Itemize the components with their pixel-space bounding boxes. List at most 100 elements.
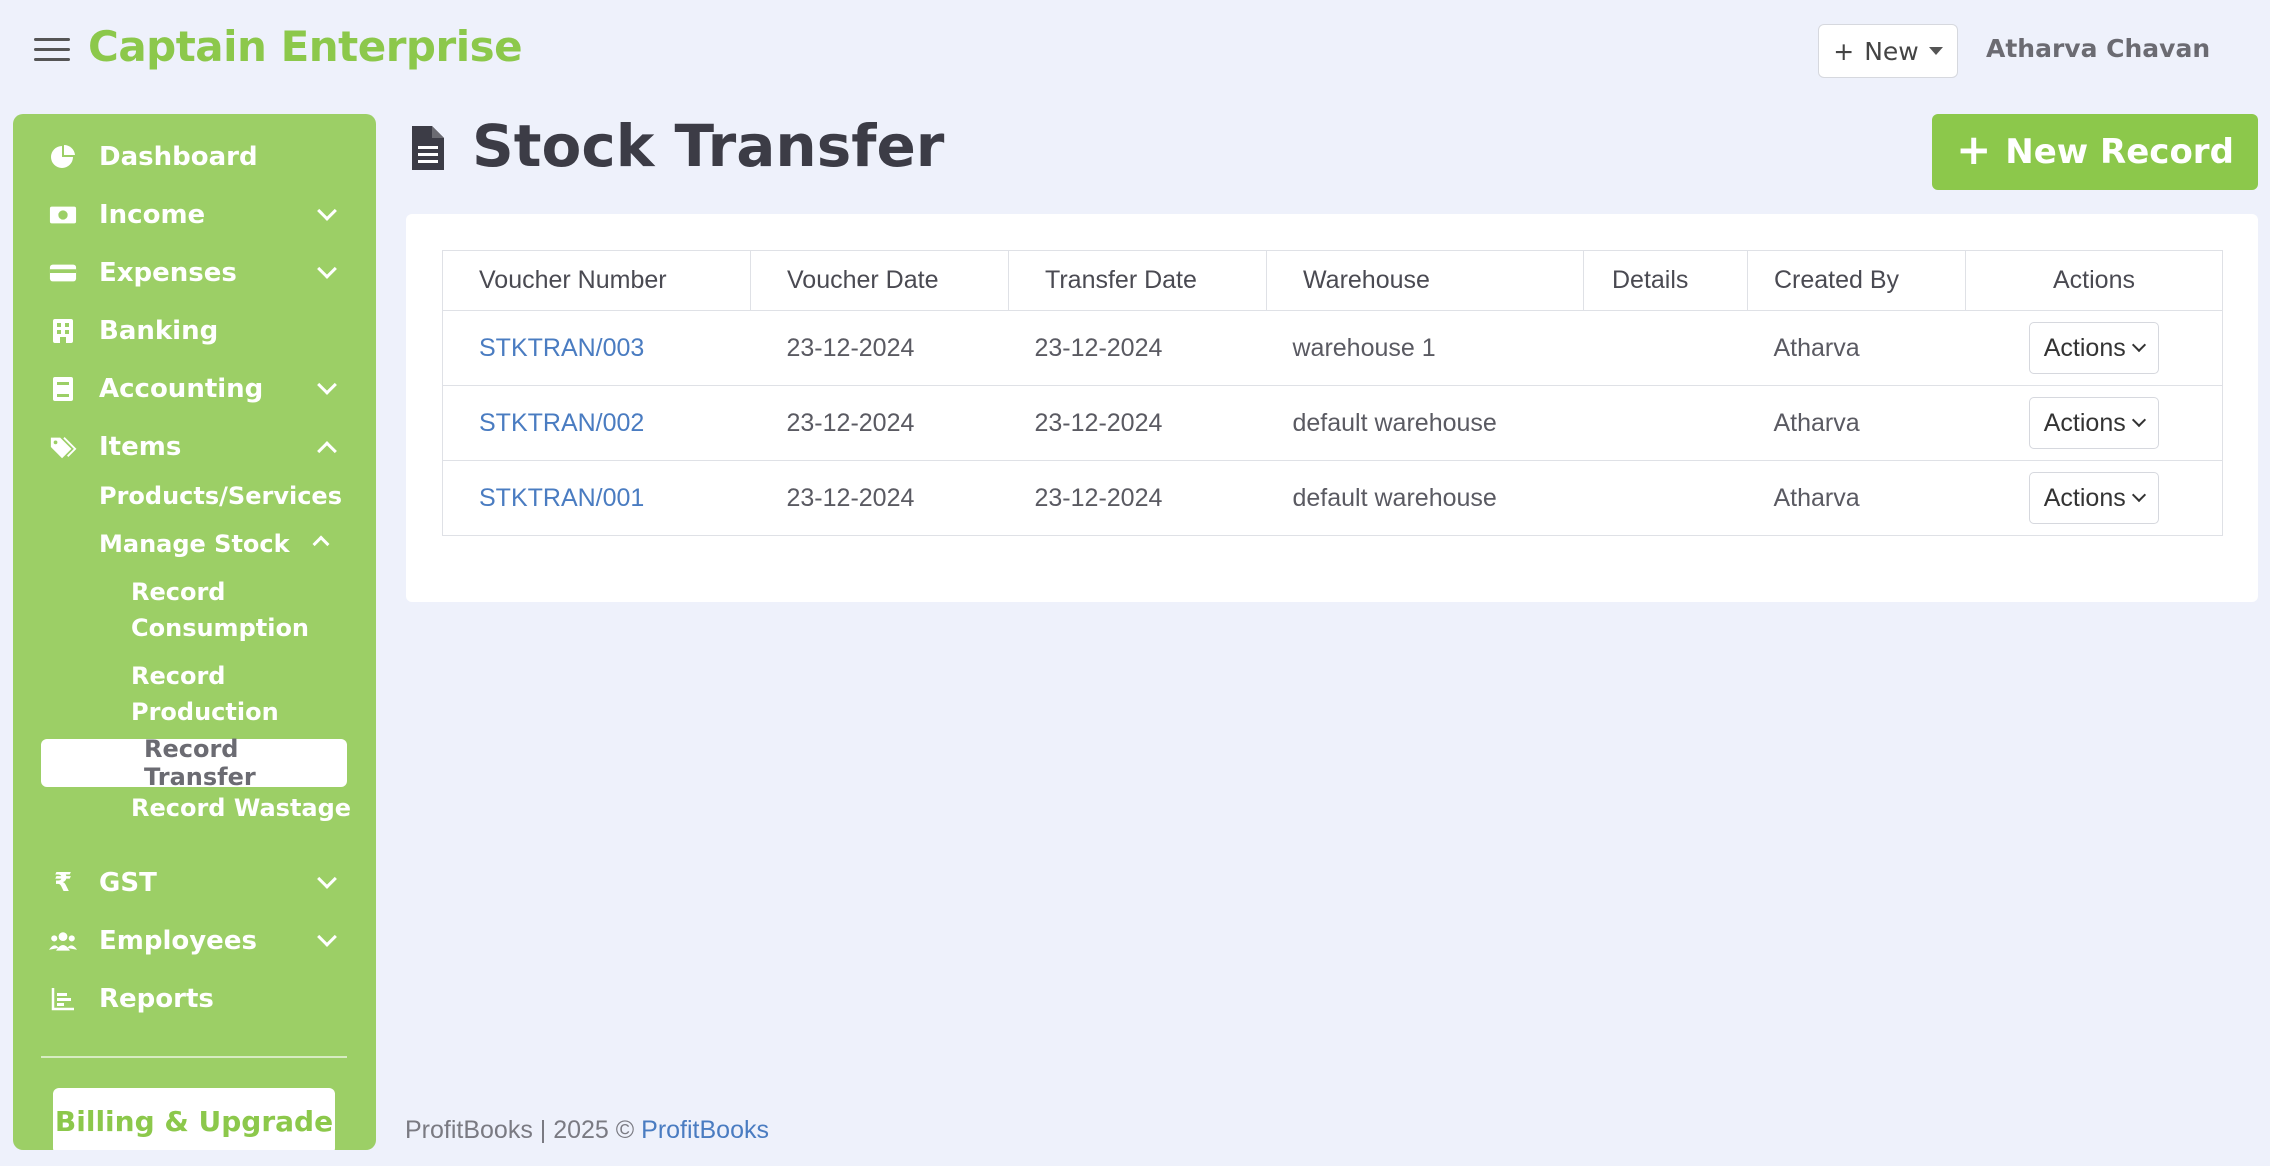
voucher-date-cell: 23-12-2024 (750, 460, 1009, 536)
table-header-row: Voucher Number Voucher Date Transfer Dat… (442, 250, 2223, 311)
table-row: STKTRAN/002 23-12-2024 23-12-2024 defaul… (442, 385, 2223, 461)
column-header[interactable]: Created By (1747, 250, 1966, 311)
actions-label: Actions (2043, 333, 2126, 362)
chevron-down-icon (317, 869, 337, 889)
tag-icon (49, 433, 77, 461)
sidebar-item-label: Income (99, 200, 206, 230)
sidebar-item-items[interactable]: Items (13, 422, 376, 472)
sidebar-subitem-record-wastage[interactable]: Record Wastage (131, 790, 351, 826)
sidebar-subitem-label: Record (131, 662, 226, 690)
sidebar-item-label: Expenses (99, 258, 237, 288)
actions-label: Actions (2043, 408, 2126, 437)
sidebar-item-employees[interactable]: Employees (13, 916, 376, 966)
sidebar-subitem-record-production[interactable]: Record Production (131, 658, 279, 730)
sidebar-item-label: Reports (99, 984, 214, 1014)
sidebar-subitem-record-transfer[interactable]: Record Transfer (41, 735, 347, 791)
voucher-link[interactable]: STKTRAN/002 (479, 409, 644, 437)
actions-dropdown-button[interactable]: Actions (2028, 397, 2159, 449)
pie-chart-icon (49, 143, 77, 171)
sidebar-subitem-products-services[interactable]: Products/Services (99, 478, 342, 514)
sidebar-item-label: Employees (99, 926, 257, 956)
sidebar-divider (41, 1056, 347, 1058)
column-header[interactable]: Details (1583, 250, 1748, 311)
billing-upgrade-button[interactable]: Billing & Upgrade (53, 1088, 335, 1150)
quick-new-label: New (1864, 36, 1919, 66)
card-icon (49, 259, 77, 287)
sidebar-item-reports[interactable]: Reports (13, 974, 376, 1024)
chevron-down-icon (317, 259, 337, 279)
document-icon (410, 124, 446, 172)
warehouse-cell: default warehouse (1266, 460, 1584, 536)
stock-transfer-table: Voucher Number Voucher Date Transfer Dat… (442, 250, 2223, 536)
money-icon (49, 201, 77, 229)
chevron-down-icon (317, 201, 337, 221)
transfer-date-cell: 23-12-2024 (1008, 385, 1267, 461)
new-record-button[interactable]: + New Record (1932, 114, 2258, 190)
footer-text: ProfitBooks | 2025 © (405, 1116, 635, 1144)
sidebar-subitem-label: Record (131, 578, 226, 606)
sidebar-item-label: Accounting (99, 374, 264, 404)
voucher-link[interactable]: STKTRAN/001 (479, 484, 644, 512)
sidebar-item-dashboard[interactable]: Dashboard (13, 132, 376, 182)
chevron-down-icon (2131, 412, 2146, 428)
transfer-date-cell: 23-12-2024 (1008, 460, 1267, 536)
menu-toggle-icon[interactable] (34, 38, 70, 62)
actions-dropdown-button[interactable]: Actions (2028, 322, 2159, 374)
table-row: STKTRAN/003 23-12-2024 23-12-2024 wareho… (442, 310, 2223, 386)
bank-icon (49, 317, 77, 345)
voucher-date-cell: 23-12-2024 (750, 310, 1009, 386)
caret-down-icon (1928, 47, 1943, 55)
table-row: STKTRAN/001 23-12-2024 23-12-2024 defaul… (442, 460, 2223, 536)
rupee-icon: ₹ (53, 868, 73, 898)
sidebar-item-gst[interactable]: ₹ GST (13, 858, 376, 908)
actions-label: Actions (2043, 483, 2126, 512)
chevron-down-icon (317, 927, 337, 947)
bar-chart-icon (49, 985, 77, 1013)
sidebar: Dashboard Income Expenses Banking Accoun… (13, 114, 376, 1150)
created-by-cell: Atharva (1747, 385, 1966, 461)
sidebar-item-label: Dashboard (99, 142, 258, 172)
brand-name[interactable]: Captain Enterprise (88, 22, 523, 71)
sidebar-item-label: GST (99, 868, 157, 898)
sidebar-subitem-label: Manage Stock (99, 530, 290, 558)
new-record-label: New Record (2005, 132, 2234, 172)
sidebar-item-income[interactable]: Income (13, 190, 376, 240)
column-header[interactable]: Voucher Number (442, 250, 751, 311)
details-cell (1583, 385, 1748, 461)
plus-icon: + (1956, 125, 1992, 174)
sidebar-item-banking[interactable]: Banking (13, 306, 376, 356)
warehouse-cell: warehouse 1 (1266, 310, 1584, 386)
footer: ProfitBooks | 2025 © ProfitBooks (405, 1116, 769, 1145)
chevron-up-icon (317, 441, 337, 461)
sidebar-subitem-label: Production (131, 698, 279, 726)
column-header[interactable]: Voucher Date (750, 250, 1009, 311)
voucher-link[interactable]: STKTRAN/003 (479, 334, 644, 362)
chevron-down-icon (2131, 337, 2146, 353)
chevron-up-icon (312, 535, 330, 553)
sidebar-subitem-record-consumption[interactable]: Record Consumption (131, 574, 309, 646)
users-icon (49, 927, 77, 955)
plus-icon: + (1833, 36, 1855, 66)
sidebar-item-accounting[interactable]: Accounting (13, 364, 376, 414)
created-by-cell: Atharva (1747, 460, 1966, 536)
column-header: Actions (1965, 250, 2223, 311)
actions-dropdown-button[interactable]: Actions (2028, 472, 2159, 524)
details-cell (1583, 310, 1748, 386)
column-header[interactable]: Transfer Date (1008, 250, 1267, 311)
ledger-icon (49, 375, 77, 403)
sidebar-item-label: Banking (99, 316, 219, 346)
chevron-down-icon (317, 375, 337, 395)
user-menu[interactable]: Atharva Chavan (1986, 34, 2210, 63)
sidebar-subitem-label: Consumption (131, 614, 310, 642)
warehouse-cell: default warehouse (1266, 385, 1584, 461)
page-title: Stock Transfer (472, 112, 945, 180)
transfer-date-cell: 23-12-2024 (1008, 310, 1267, 386)
sidebar-item-label: Items (99, 432, 182, 462)
chevron-down-icon (2131, 487, 2146, 503)
column-header[interactable]: Warehouse (1266, 250, 1584, 311)
sidebar-item-expenses[interactable]: Expenses (13, 248, 376, 298)
quick-new-button[interactable]: + New (1818, 24, 1958, 78)
footer-link[interactable]: ProfitBooks (641, 1116, 769, 1144)
created-by-cell: Atharva (1747, 310, 1966, 386)
sidebar-subitem-manage-stock[interactable]: Manage Stock (99, 526, 339, 562)
